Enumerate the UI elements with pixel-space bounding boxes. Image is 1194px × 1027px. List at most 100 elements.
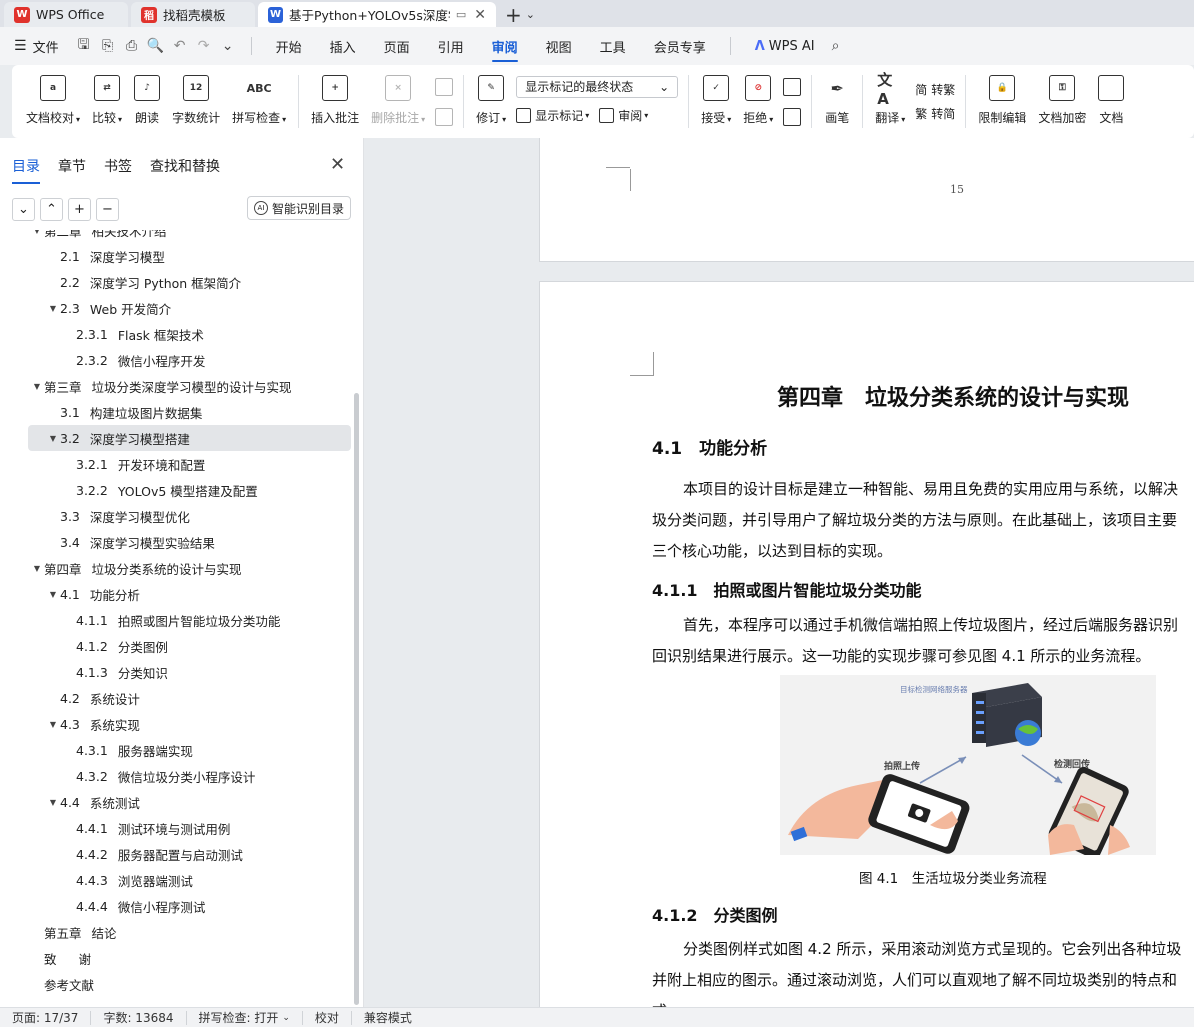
to-simplified-button[interactable]: 繁转简 bbox=[915, 102, 955, 126]
expand-arrow-icon[interactable]: ▼ bbox=[46, 590, 60, 599]
spell-check-indicator[interactable]: 拼写检查: 打开 ⌄ bbox=[187, 1010, 303, 1025]
menu-item-7[interactable]: 会员专享 bbox=[654, 31, 706, 62]
tab-0[interactable]: W WPS Office bbox=[4, 2, 128, 27]
to-traditional-button[interactable]: 简转繁 bbox=[915, 78, 955, 102]
toc-item[interactable]: ▼ 2.3 Web 开发简介 bbox=[0, 295, 352, 321]
delete-comment-button[interactable]: × 删除批注 ▾ bbox=[365, 65, 431, 138]
toc-item[interactable]: 2.1 深度学习模型 bbox=[0, 243, 352, 269]
toc-scrollbar[interactable] bbox=[354, 393, 359, 1005]
expand-arrow-icon[interactable]: ▼ bbox=[46, 434, 60, 443]
toc-item[interactable]: 4.4.3 浏览器端测试 bbox=[0, 867, 352, 893]
restrict-edit-button[interactable]: 🔒 限制编辑 bbox=[972, 65, 1032, 138]
menu-item-3[interactable]: 引用 bbox=[438, 31, 464, 62]
track-changes-button[interactable]: ✎ 修订 ▾ bbox=[470, 65, 512, 138]
menu-item-5[interactable]: 视图 bbox=[546, 31, 572, 62]
expand-arrow-icon[interactable]: ▼ bbox=[30, 382, 44, 391]
menu-item-6[interactable]: 工具 bbox=[600, 31, 626, 62]
toc-item[interactable]: 4.2 系统设计 bbox=[0, 685, 352, 711]
review-pane-button[interactable]: 审阅 bbox=[618, 107, 642, 124]
more-chevron-icon[interactable]: ⌄ bbox=[217, 35, 239, 57]
nav-tab-1[interactable]: 章节 bbox=[58, 156, 86, 184]
file-menu[interactable]: ☰ 文件 bbox=[14, 37, 59, 56]
redo-icon[interactable]: ↷ bbox=[193, 35, 215, 57]
show-markup-button[interactable]: 显示标记 bbox=[535, 107, 583, 124]
read-aloud-button[interactable]: ♪ 朗读 bbox=[128, 65, 166, 138]
markup-state-dropdown[interactable]: 显示标记的最终状态 ⌄ bbox=[516, 75, 679, 98]
expand-arrow-icon[interactable]: ▼ bbox=[46, 304, 60, 313]
toc-item[interactable]: 4.1.2 分类图例 bbox=[0, 633, 352, 659]
previous-change-icon[interactable] bbox=[783, 77, 802, 96]
menu-item-1[interactable]: 插入 bbox=[330, 31, 356, 62]
expand-arrow-icon[interactable]: ▼ bbox=[30, 564, 44, 573]
toc-item[interactable]: 3.2.2 YOLOv5 模型搭建及配置 bbox=[0, 477, 352, 503]
previous-comment-icon[interactable] bbox=[435, 77, 454, 96]
encrypt-button[interactable]: ⚿ 文档加密 bbox=[1032, 65, 1092, 138]
compare-button[interactable]: ⇄ 比较 ▾ bbox=[86, 65, 128, 138]
nav-tab-0[interactable]: 目录 bbox=[12, 156, 40, 184]
expand-arrow-icon[interactable]: ▼ bbox=[46, 798, 60, 807]
toc-item[interactable]: 3.4 深度学习模型实验结果 bbox=[0, 529, 352, 555]
toc-item[interactable]: 第五章 结论 bbox=[0, 919, 352, 945]
toc-item[interactable]: 4.3.2 微信垃圾分类小程序设计 bbox=[0, 763, 352, 789]
doc-more-button[interactable]: 文档 bbox=[1092, 65, 1130, 138]
toc-item[interactable]: 2.3.1 Flask 框架技术 bbox=[0, 321, 352, 347]
undo-icon[interactable]: ↶ bbox=[169, 35, 191, 57]
collapse-icon[interactable]: ⌄ bbox=[12, 198, 35, 221]
move-up-icon[interactable]: ⌃ bbox=[40, 198, 63, 221]
ink-button[interactable]: ✒ 画笔 bbox=[818, 65, 856, 138]
print-icon[interactable]: ⎙ bbox=[121, 35, 143, 57]
toc-item[interactable]: 3.3 深度学习模型优化 bbox=[0, 503, 352, 529]
toc-item[interactable]: ▼ 3.2 深度学习模型搭建 bbox=[28, 425, 351, 451]
toc-item[interactable]: 4.1.1 拍照或图片智能垃圾分类功能 bbox=[0, 607, 352, 633]
nav-tab-2[interactable]: 书签 bbox=[104, 156, 132, 184]
toc-item[interactable]: 致谢 bbox=[0, 945, 352, 971]
next-change-icon[interactable] bbox=[783, 107, 802, 126]
toc-item[interactable]: ▼ 第二章 相关技术介绍 bbox=[0, 230, 352, 243]
expand-arrow-icon[interactable]: ▼ bbox=[46, 720, 60, 729]
accept-button[interactable]: ✓ 接受 ▾ bbox=[695, 65, 737, 138]
toc-item[interactable]: 2.2 深度学习 Python 框架简介 bbox=[0, 269, 352, 295]
reject-button[interactable]: ⊘ 拒绝 ▾ bbox=[737, 65, 779, 138]
toc-item[interactable]: 3.2.1 开发环境和配置 bbox=[0, 451, 352, 477]
smart-toc-button[interactable]: AI 智能识别目录 bbox=[247, 196, 351, 220]
menu-item-0[interactable]: 开始 bbox=[276, 31, 302, 62]
remove-heading-icon[interactable]: − bbox=[96, 198, 119, 221]
toc-item[interactable]: 3.1 构建垃圾图片数据集 bbox=[0, 399, 352, 425]
add-heading-icon[interactable]: + bbox=[68, 198, 91, 221]
toc-item[interactable]: 4.4.2 服务器配置与启动测试 bbox=[0, 841, 352, 867]
close-icon[interactable]: ✕ bbox=[330, 154, 345, 175]
tab-2[interactable]: W 基于Python+YOLOv5s深度学 ▭ ✕ bbox=[258, 2, 496, 27]
print-preview-icon[interactable]: 🔍 bbox=[145, 35, 167, 57]
toc-item[interactable]: ▼ 4.1 功能分析 bbox=[0, 581, 352, 607]
menu-item-2[interactable]: 页面 bbox=[384, 31, 410, 62]
search-icon[interactable]: ⌕ bbox=[825, 35, 847, 57]
word-count-button[interactable]: 12 字数统计 bbox=[166, 65, 226, 138]
expand-arrow-icon[interactable]: ▼ bbox=[30, 230, 44, 235]
toc-item[interactable]: ▼ 第三章 垃圾分类深度学习模型的设计与实现 bbox=[0, 373, 352, 399]
export-icon[interactable]: ⎘ bbox=[97, 35, 119, 57]
toc-item[interactable]: ▼ 4.3 系统实现 bbox=[0, 711, 352, 737]
page-indicator[interactable]: 页面: 17/37 bbox=[0, 1010, 92, 1025]
toc-item[interactable]: 4.1.3 分类知识 bbox=[0, 659, 352, 685]
toc-item[interactable]: 2.3.2 微信小程序开发 bbox=[0, 347, 352, 373]
chevron-down-icon[interactable]: ⌄ bbox=[526, 8, 535, 21]
nav-tab-3[interactable]: 查找和替换 bbox=[150, 156, 220, 184]
new-tab-button[interactable]: + ⌄ bbox=[505, 2, 535, 27]
close-tab-icon[interactable]: ✕ bbox=[474, 7, 486, 23]
proof-indicator[interactable]: 校对 bbox=[303, 1010, 352, 1025]
toc-item[interactable]: 4.4.1 测试环境与测试用例 bbox=[0, 815, 352, 841]
proofread-button[interactable]: a 文档校对 ▾ bbox=[20, 65, 86, 138]
next-comment-icon[interactable] bbox=[435, 107, 454, 126]
toc-item[interactable]: 4.3.1 服务器端实现 bbox=[0, 737, 352, 763]
toc-item[interactable]: ▼ 第四章 垃圾分类系统的设计与实现 bbox=[0, 555, 352, 581]
translate-button[interactable]: 文A 翻译 ▾ bbox=[869, 65, 911, 138]
toc-item[interactable]: 4.4.4 微信小程序测试 bbox=[0, 893, 352, 919]
word-count-indicator[interactable]: 字数: 13684 bbox=[91, 1010, 187, 1025]
tab-1[interactable]: 稻找稻壳模板 bbox=[131, 2, 255, 27]
spell-check-button[interactable]: ABC 拼写检查 ▾ bbox=[226, 65, 292, 138]
save-icon[interactable]: 🖫 bbox=[73, 35, 95, 57]
insert-comment-button[interactable]: + 插入批注 bbox=[305, 65, 365, 138]
toc-item[interactable]: 参考文献 bbox=[0, 971, 352, 997]
menu-item-4[interactable]: 审阅 bbox=[491, 31, 518, 62]
wps-ai-button[interactable]: ᐱ WPS AI bbox=[755, 39, 815, 54]
